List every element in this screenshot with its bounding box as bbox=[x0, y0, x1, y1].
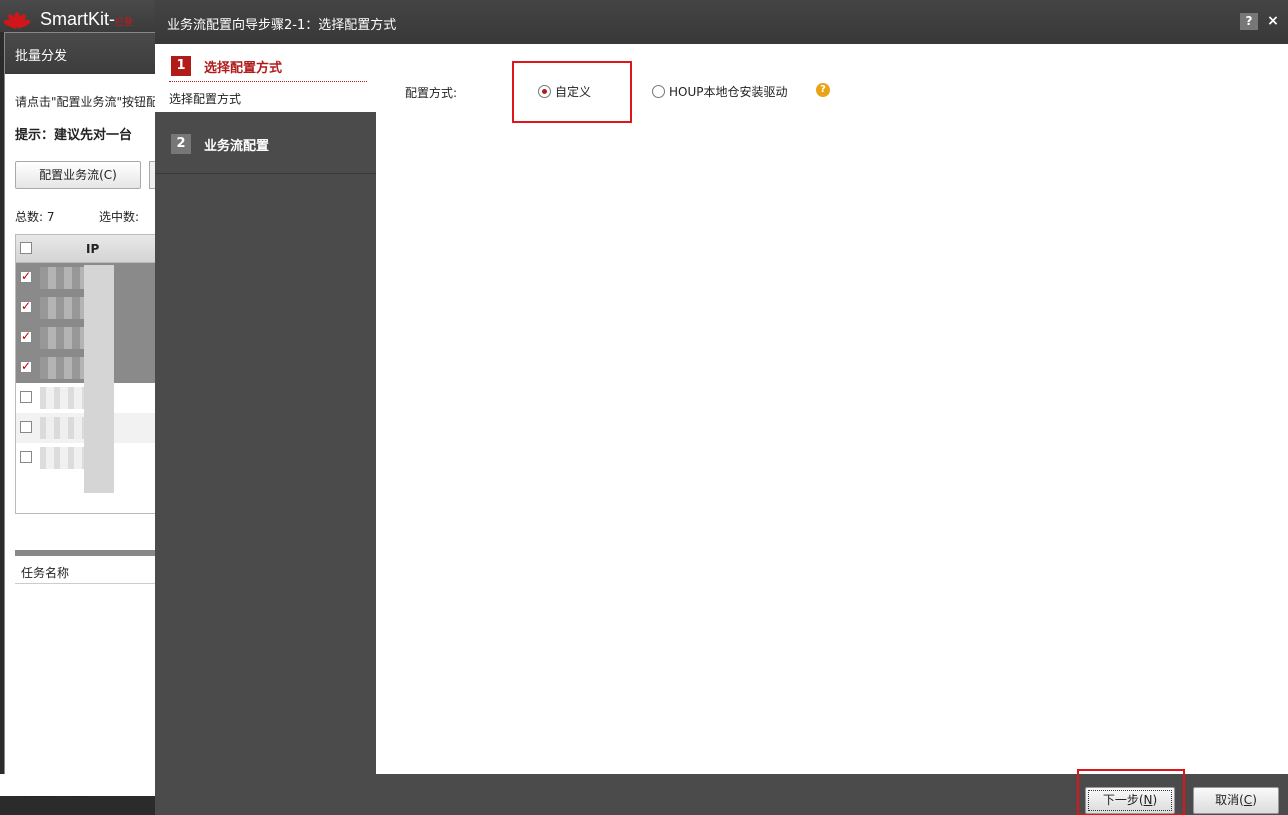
step-2[interactable]: 2 业务流配置 bbox=[155, 122, 376, 174]
step-1-active[interactable]: 1 选择配置方式 选择配置方式 bbox=[155, 44, 376, 112]
app-title-bar: SmartKit-已登 bbox=[0, 0, 160, 32]
app-title: SmartKit-已登 bbox=[40, 9, 134, 29]
ip-column-header: IP bbox=[86, 242, 100, 256]
redacted-ip bbox=[40, 387, 90, 409]
configure-workflow-button[interactable]: 配置业务流(C) bbox=[15, 161, 141, 189]
select-all-checkbox[interactable] bbox=[20, 242, 32, 254]
redacted-ip bbox=[40, 357, 90, 379]
redaction-mask bbox=[84, 265, 114, 493]
redacted-ip bbox=[40, 297, 90, 319]
huawei-logo-icon bbox=[2, 4, 32, 29]
row-checkbox[interactable] bbox=[20, 299, 32, 313]
step-number-badge: 1 bbox=[171, 56, 191, 76]
task-name-header: 任务名称 bbox=[15, 556, 161, 584]
batch-window-body: 请点击"配置业务流"按钮配 提示：建议先对一台 配置业务流(C) 总数: 7 选… bbox=[5, 74, 169, 799]
custom-radio[interactable] bbox=[538, 85, 551, 98]
custom-option-label: 自定义 bbox=[555, 85, 592, 99]
row-checkbox[interactable] bbox=[20, 421, 32, 433]
row-checkbox[interactable] bbox=[20, 269, 32, 283]
dialog-title: 业务流配置向导步骤2-1：选择配置方式 bbox=[167, 18, 397, 33]
houp-radio[interactable] bbox=[652, 85, 665, 98]
houp-option-label: HOUP本地仓安装驱动 bbox=[669, 85, 788, 99]
device-table: IP bbox=[15, 234, 161, 514]
houp-option[interactable]: HOUP本地仓安装驱动 bbox=[652, 83, 788, 100]
redacted-ip bbox=[40, 447, 90, 469]
batch-distribution-window: 批量分发 请点击"配置业务流"按钮配 提示：建议先对一台 配置业务流(C) 总数… bbox=[4, 32, 169, 799]
redacted-ip bbox=[40, 417, 90, 439]
wizard-steps-panel: 1 选择配置方式 选择配置方式 2 业务流配置 bbox=[155, 44, 376, 774]
batch-window-title: 批量分发 bbox=[5, 33, 159, 74]
row-checkbox[interactable] bbox=[20, 391, 32, 403]
row-checkbox[interactable] bbox=[20, 329, 32, 343]
redacted-ip bbox=[40, 267, 90, 289]
total-count: 总数: 7 bbox=[15, 210, 55, 224]
step-title: 业务流配置 bbox=[204, 139, 270, 154]
step-title: 选择配置方式 bbox=[204, 61, 283, 76]
row-checkbox[interactable] bbox=[20, 451, 32, 463]
help-button[interactable]: ? bbox=[1240, 13, 1258, 30]
selected-count: 选中数: bbox=[99, 210, 140, 224]
substep-label[interactable]: 选择配置方式 bbox=[169, 90, 241, 107]
question-circle-icon[interactable]: ? bbox=[816, 83, 830, 97]
cancel-button[interactable]: 取消(C) bbox=[1193, 787, 1279, 814]
redacted-ip bbox=[40, 327, 90, 349]
dialog-footer: 下一步(N) 取消(C) bbox=[155, 769, 1288, 815]
tip-text: 提示：建议先对一台 bbox=[15, 128, 133, 143]
next-button[interactable]: 下一步(N) bbox=[1085, 787, 1175, 814]
step-number-badge: 2 bbox=[171, 134, 191, 154]
config-mode-label: 配置方式: bbox=[405, 86, 458, 100]
table-header: IP bbox=[16, 235, 160, 263]
close-button[interactable]: × bbox=[1264, 13, 1282, 30]
step-divider bbox=[169, 81, 367, 82]
workflow-wizard-dialog: 业务流配置向导步骤2-1：选择配置方式 ? × 1 选择配置方式 选择配置方式 … bbox=[155, 0, 1288, 815]
background-strip bbox=[0, 774, 160, 796]
row-checkbox[interactable] bbox=[20, 359, 32, 373]
custom-option[interactable]: 自定义 bbox=[538, 83, 591, 100]
instruction-text: 请点击"配置业务流"按钮配 bbox=[15, 95, 159, 109]
cancel-accesskey: C bbox=[1243, 793, 1253, 807]
app-title-suffix: 已登 bbox=[115, 17, 134, 27]
wizard-content: 配置方式: 自定义 HOUP本地仓安装驱动 ? bbox=[376, 44, 1288, 774]
dialog-title-bar: 业务流配置向导步骤2-1：选择配置方式 ? × bbox=[155, 0, 1288, 44]
